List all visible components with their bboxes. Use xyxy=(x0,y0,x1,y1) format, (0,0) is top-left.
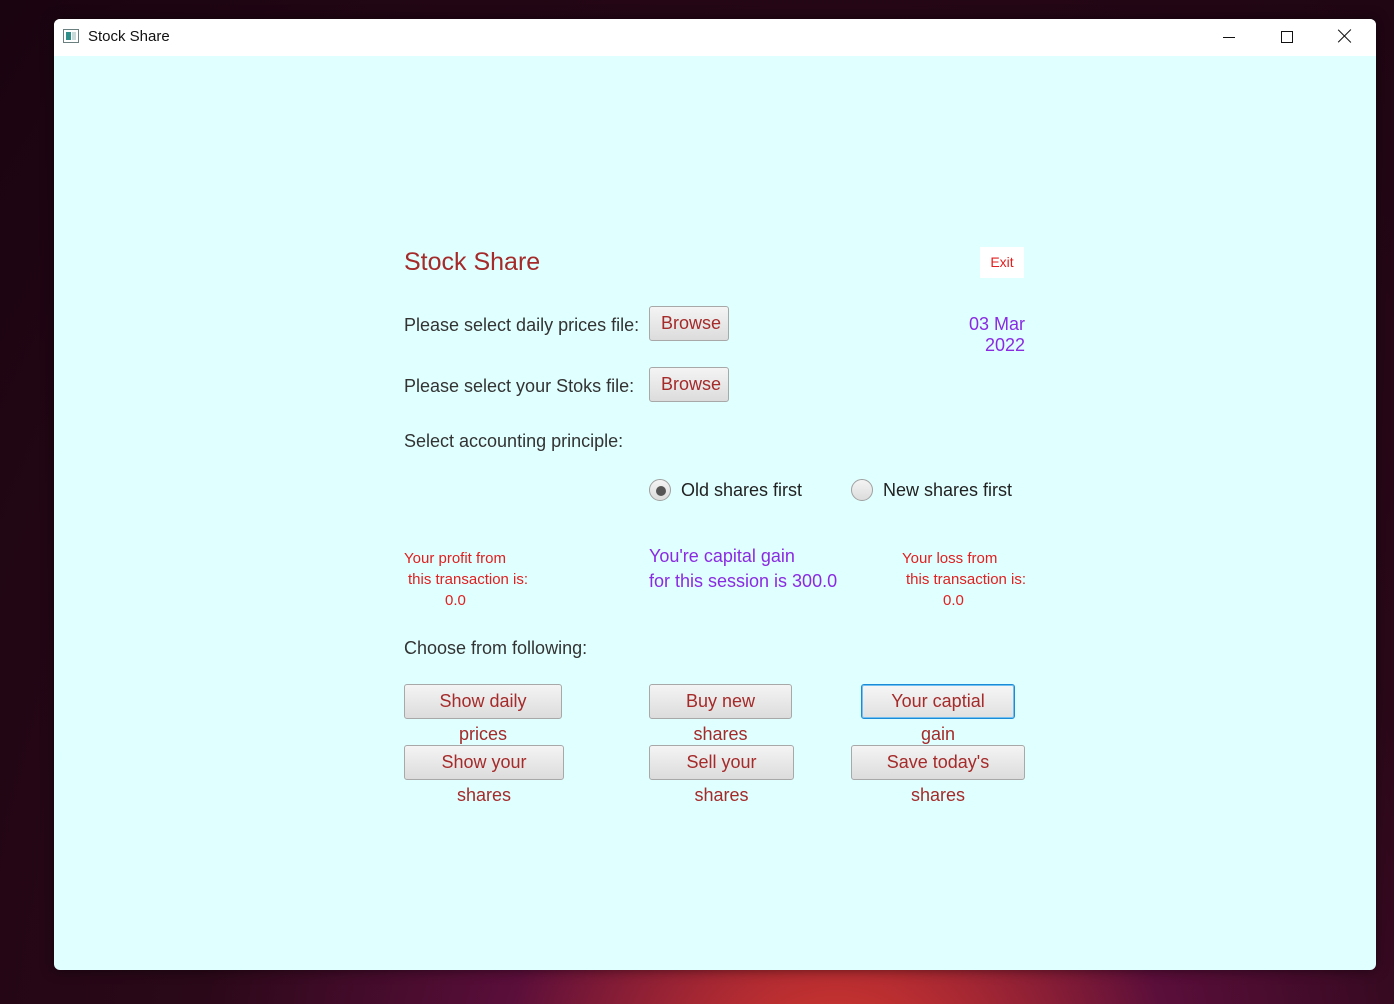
page-title: Stock Share xyxy=(404,248,541,276)
choose-label: Choose from following: xyxy=(404,638,588,658)
radio-old-shares-first[interactable]: Old shares first xyxy=(649,479,819,503)
radio-selected-dot xyxy=(656,486,666,496)
sell-your-shares-button[interactable]: Sell your shares xyxy=(649,745,794,805)
close-button[interactable] xyxy=(1316,19,1374,56)
buy-new-shares-button[interactable]: Buy new shares xyxy=(649,684,792,744)
minimize-icon xyxy=(1223,37,1235,38)
app-window: Stock Share Stock Share Exit Please sele… xyxy=(54,19,1376,970)
show-daily-prices-button[interactable]: Show daily prices xyxy=(404,684,562,744)
browse-stocks-button[interactable]: Browse xyxy=(649,367,729,402)
profit-value: 0.0 xyxy=(445,592,466,609)
radio-new-shares-first[interactable]: New shares first xyxy=(851,479,1021,503)
loss-line2: this transaction is: xyxy=(906,571,1027,588)
capital-gain-line1: You're capital gain xyxy=(649,546,795,566)
close-icon xyxy=(1338,29,1352,43)
capital-gain-line2: for this session is 300.0 xyxy=(649,571,838,591)
title-bar: Stock Share xyxy=(54,19,1376,56)
profit-line1: Your profit from xyxy=(404,550,506,567)
current-date: 03 Mar 2022 xyxy=(968,314,1025,355)
profit-line2: this transaction is: xyxy=(408,571,529,588)
app-icon xyxy=(63,29,79,43)
minimize-button[interactable] xyxy=(1200,19,1258,56)
maximize-icon xyxy=(1281,31,1293,43)
radio-label: Old shares first xyxy=(681,480,803,500)
radio-button[interactable] xyxy=(649,479,671,501)
show-your-shares-button[interactable]: Show your shares xyxy=(404,745,564,805)
maximize-button[interactable] xyxy=(1258,19,1316,56)
your-capital-gain-button[interactable]: Your captial gain xyxy=(861,684,1015,744)
save-todays-shares-button[interactable]: Save today's shares xyxy=(851,745,1025,805)
loss-line1: Your loss from xyxy=(902,550,998,567)
radio-button[interactable] xyxy=(851,479,873,501)
browse-daily-prices-button[interactable]: Browse xyxy=(649,306,729,341)
stocks-file-label: Please select your Stoks file: xyxy=(404,376,635,396)
loss-value: 0.0 xyxy=(943,592,964,609)
accounting-principle-label: Select accounting principle: xyxy=(404,431,624,451)
daily-prices-label: Please select daily prices file: xyxy=(404,315,640,335)
window-title: Stock Share xyxy=(88,28,170,45)
exit-button[interactable]: Exit xyxy=(980,247,1024,278)
radio-label: New shares first xyxy=(883,480,1013,500)
